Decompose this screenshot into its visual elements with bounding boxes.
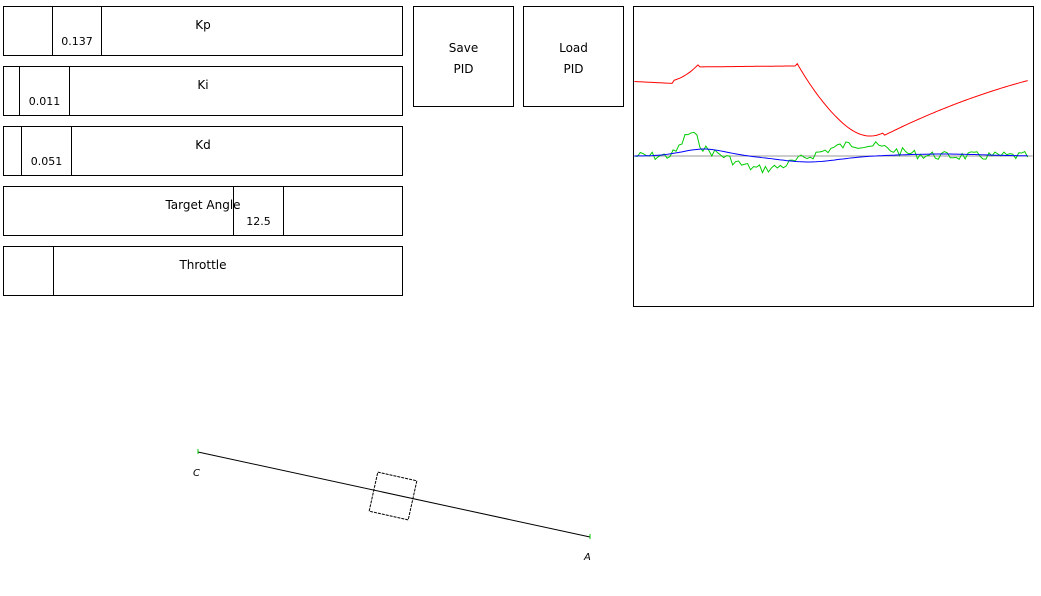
simulation-view: C A [193, 449, 591, 563]
beam-line [197, 451, 591, 538]
left-endpoint-label: C [193, 468, 200, 479]
balance-box [368, 471, 418, 521]
right-endpoint-label: A [583, 552, 591, 563]
